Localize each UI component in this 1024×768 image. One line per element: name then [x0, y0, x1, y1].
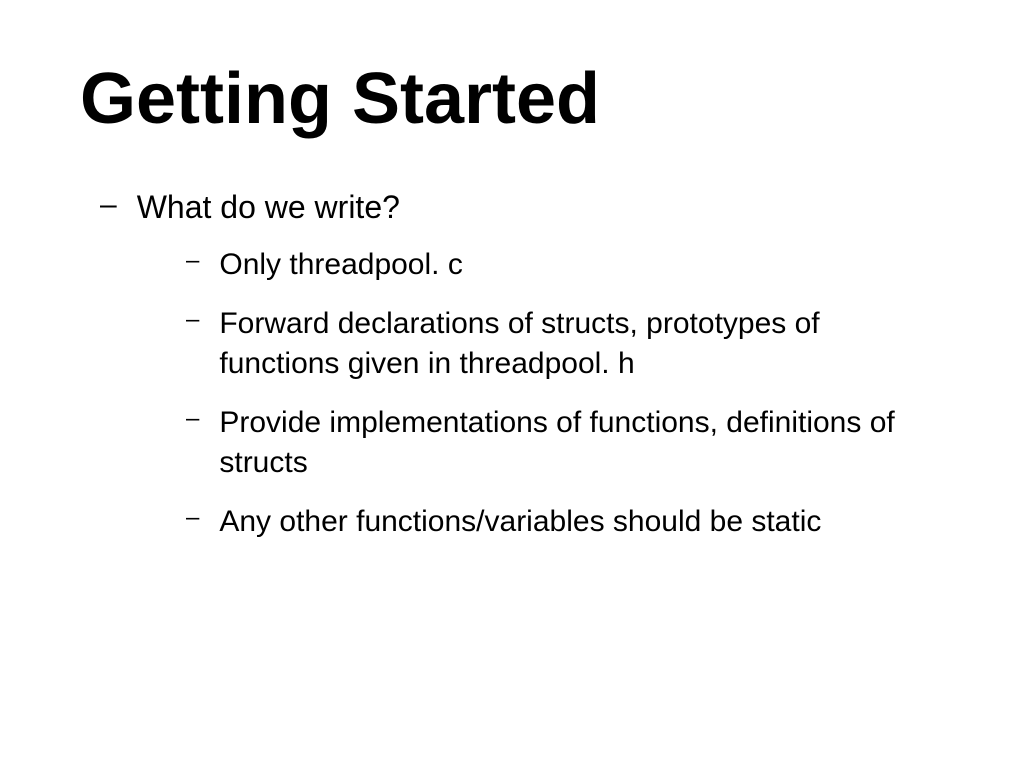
list-item: – Provide implementations of functions, … — [186, 403, 944, 484]
list-item-text: Only threadpool. c — [219, 245, 462, 286]
list-item: – Forward declarations of structs, proto… — [186, 304, 944, 385]
bullet-dash-icon: – — [186, 245, 199, 277]
list-item-text: Provide implementations of functions, de… — [219, 403, 944, 484]
list-item-text: What do we write? — [137, 187, 400, 227]
list-item-text: Any other functions/variables should be … — [219, 502, 821, 543]
list-item: – Any other functions/variables should b… — [186, 502, 944, 543]
bullet-dash-icon: – — [186, 403, 199, 435]
list-item: – What do we write? — [100, 187, 944, 227]
bullet-dash-icon: – — [186, 304, 199, 336]
bullet-list-level1: – What do we write? – Only threadpool. c… — [100, 187, 944, 542]
slide-container: Getting Started – What do we write? – On… — [0, 0, 1024, 600]
bullet-dash-icon: – — [186, 502, 199, 534]
list-item-text: Forward declarations of structs, prototy… — [219, 304, 944, 385]
bullet-dash-icon: – — [100, 187, 117, 223]
bullet-list-level2: – Only threadpool. c – Forward declarati… — [186, 245, 944, 542]
list-item: – Only threadpool. c — [186, 245, 944, 286]
slide-title: Getting Started — [80, 60, 944, 139]
